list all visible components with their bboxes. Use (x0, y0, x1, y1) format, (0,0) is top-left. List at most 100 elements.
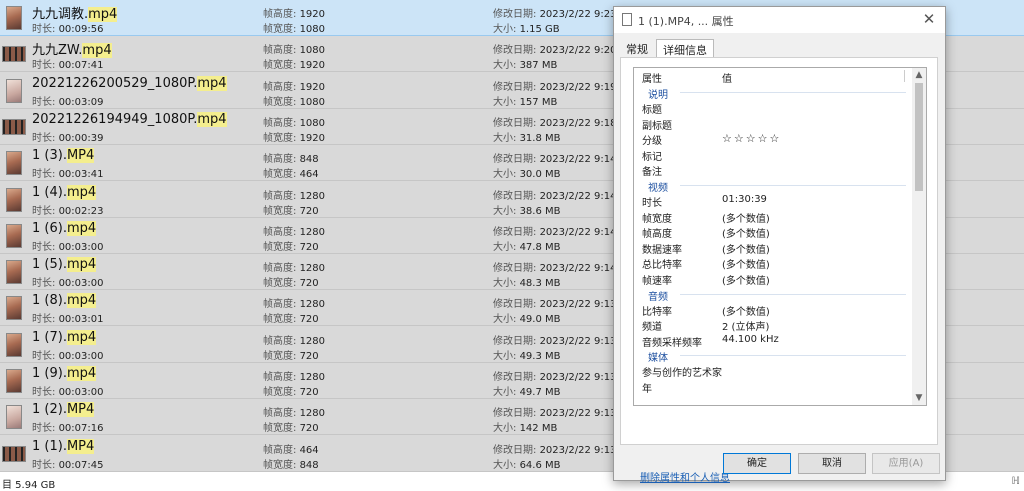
property-row[interactable]: 备注 (634, 161, 912, 178)
tab-general[interactable]: 常规 (620, 39, 654, 57)
frame-width: 帧宽度: 720 (263, 350, 319, 362)
column-header-value[interactable]: 值 (722, 70, 732, 85)
file-size: 大小: 142 MB (493, 423, 558, 435)
file-size: 大小: 30.0 MB (493, 169, 561, 181)
video-thumbnail (6, 332, 22, 357)
modified-date: 修改日期: 2023/2/22 9:13 (493, 372, 617, 383)
modified-date: 修改日期: 2023/2/22 9:18 (493, 117, 617, 129)
dialog-title: 1 (1).MP4, ... 属性 (638, 15, 734, 28)
duration: 时长: 00:09:56 (32, 24, 104, 35)
details-panel: 属性 值 说明 标题 副标题 分级 ☆☆☆☆☆ 标记 备注 视频 时长 01:30:39 帧宽度 (多… (620, 57, 938, 484)
frame-height: 帧高度: 848 (263, 154, 319, 166)
frame-width: 帧宽度: 1920 (263, 132, 326, 144)
modified-date: 修改日期: 2023/2/22 9:19 (493, 81, 617, 93)
video-thumbnail (6, 223, 22, 248)
duration: 时长: 00:07:16 (32, 423, 104, 435)
file-size: 大小: 1.15 GB (493, 24, 560, 35)
video-thumbnail (6, 405, 22, 430)
file-name: 1 (5).mp4 (32, 257, 97, 273)
file-extension: MP4 (66, 438, 95, 454)
property-row[interactable]: 帧宽度 (多个数值) (634, 208, 912, 225)
file-name: 1 (9).mp4 (32, 366, 97, 381)
property-row[interactable]: 标记 (634, 146, 912, 163)
video-thumbnail (2, 445, 26, 462)
property-row[interactable]: 时长 01:30:39 (634, 192, 912, 209)
duration: 时长: 00:03:00 (32, 350, 104, 362)
file-size: 大小: 49.3 MB (493, 350, 561, 362)
file-size: 大小: 157 MB (493, 96, 558, 108)
video-thumbnail (2, 46, 26, 63)
remove-properties-link[interactable]: 删除属性和个人信息 (640, 469, 730, 484)
close-button[interactable]: ✕ (919, 8, 939, 30)
duration: 时长: 00:03:01 (32, 314, 104, 326)
frame-width: 帧宽度: 720 (263, 205, 319, 217)
frame-height: 帧高度: 1920 (263, 9, 326, 20)
property-row[interactable]: 副标题 (634, 115, 912, 132)
modified-date: 修改日期: 2023/2/22 9:13 (493, 408, 617, 420)
file-name: 20221226194949_1080P.mp4 (32, 111, 227, 127)
property-row[interactable]: 参与创作的艺术家 (634, 362, 912, 379)
property-row[interactable]: 频道 2 (立体声) (634, 316, 912, 333)
property-list-scrollbar[interactable]: ▲ ▼ (912, 68, 926, 405)
file-size: 大小: 387 MB (493, 60, 558, 72)
frame-width: 帧宽度: 1080 (263, 96, 326, 108)
video-thumbnail (6, 78, 22, 103)
property-row[interactable]: 音频采样频率 44.100 kHz (634, 332, 912, 349)
property-row[interactable]: 帧速率 (多个数值) (634, 270, 912, 287)
apply-button[interactable]: 应用(A) (872, 453, 940, 474)
column-divider[interactable] (904, 70, 905, 82)
property-row[interactable]: 标题 (634, 99, 912, 116)
file-extension: mp4 (66, 366, 97, 381)
scrollbar-thumb[interactable] (915, 83, 923, 191)
scroll-up-icon[interactable]: ▲ (912, 68, 926, 82)
property-row[interactable]: 数据速率 (多个数值) (634, 239, 912, 256)
frame-width: 帧宽度: 848 (263, 459, 319, 471)
file-size: 大小: 49.7 MB (493, 387, 561, 398)
video-thumbnail (6, 151, 22, 176)
property-list[interactable]: 属性 值 说明 标题 副标题 分级 ☆☆☆☆☆ 标记 备注 视频 时长 01:30:39 帧宽度 (多… (633, 67, 927, 406)
video-thumbnail (6, 369, 22, 393)
property-row[interactable]: 比特率 (多个数值) (634, 301, 912, 318)
file-extension: mp4 (66, 329, 97, 345)
view-toggle-icon[interactable]: ℍ (1012, 476, 1021, 487)
file-size: 大小: 64.6 MB (493, 459, 561, 471)
file-name: 1 (3).MP4 (32, 148, 95, 164)
video-thumbnail (2, 118, 26, 135)
file-extension: mp4 (66, 257, 97, 273)
modified-date: 修改日期: 2023/2/22 9:23 (493, 9, 617, 20)
property-row[interactable]: 帧高度 (多个数值) (634, 223, 912, 240)
property-group: 说明 (634, 84, 912, 101)
file-extension: mp4 (197, 75, 227, 91)
duration: 时长: 00:03:00 (32, 241, 104, 253)
property-row[interactable]: 年 (634, 378, 912, 395)
column-header-property[interactable]: 属性 (642, 70, 662, 85)
ok-button[interactable]: 确定 (723, 453, 791, 474)
file-name: 1 (6).mp4 (32, 220, 97, 236)
frame-height: 帧高度: 1280 (263, 372, 326, 383)
file-size: 大小: 49.0 MB (493, 314, 561, 326)
video-thumbnail (6, 260, 22, 285)
modified-date: 修改日期: 2023/2/22 9:20 (493, 45, 617, 57)
property-row[interactable]: 总比特率 (多个数值) (634, 254, 912, 271)
property-row[interactable]: 分级 ☆☆☆☆☆ (634, 130, 912, 147)
video-thumbnail (6, 296, 22, 321)
cancel-button[interactable]: 取消 (798, 453, 866, 474)
properties-dialog: 1 (1).MP4, ... 属性 ✕ 常规 详细信息 属性 值 说明 标题 副标题… (613, 6, 946, 484)
property-name: 年 (642, 384, 652, 395)
frame-height: 帧高度: 1280 (263, 335, 326, 347)
file-name: 20221226200529_1080P.mp4 (32, 75, 227, 91)
property-group: 视频 (634, 177, 912, 194)
duration: 时长: 00:07:41 (32, 60, 104, 72)
tab-details[interactable]: 详细信息 (656, 39, 714, 58)
duration: 时长: 00:03:00 (32, 387, 104, 398)
duration: 时长: 00:03:00 (32, 278, 104, 290)
frame-width: 帧宽度: 1920 (263, 60, 326, 72)
file-name: 1 (1).MP4 (32, 438, 95, 454)
modified-date: 修改日期: 2023/2/22 9:13 (493, 335, 617, 347)
duration: 时长: 00:07:45 (32, 459, 104, 471)
property-group: 音频 (634, 286, 912, 303)
frame-width: 帧宽度: 720 (263, 387, 319, 398)
status-text: 目 5.94 GB (2, 480, 56, 491)
frame-height: 帧高度: 1080 (263, 117, 326, 129)
scroll-down-icon[interactable]: ▼ (912, 391, 926, 405)
